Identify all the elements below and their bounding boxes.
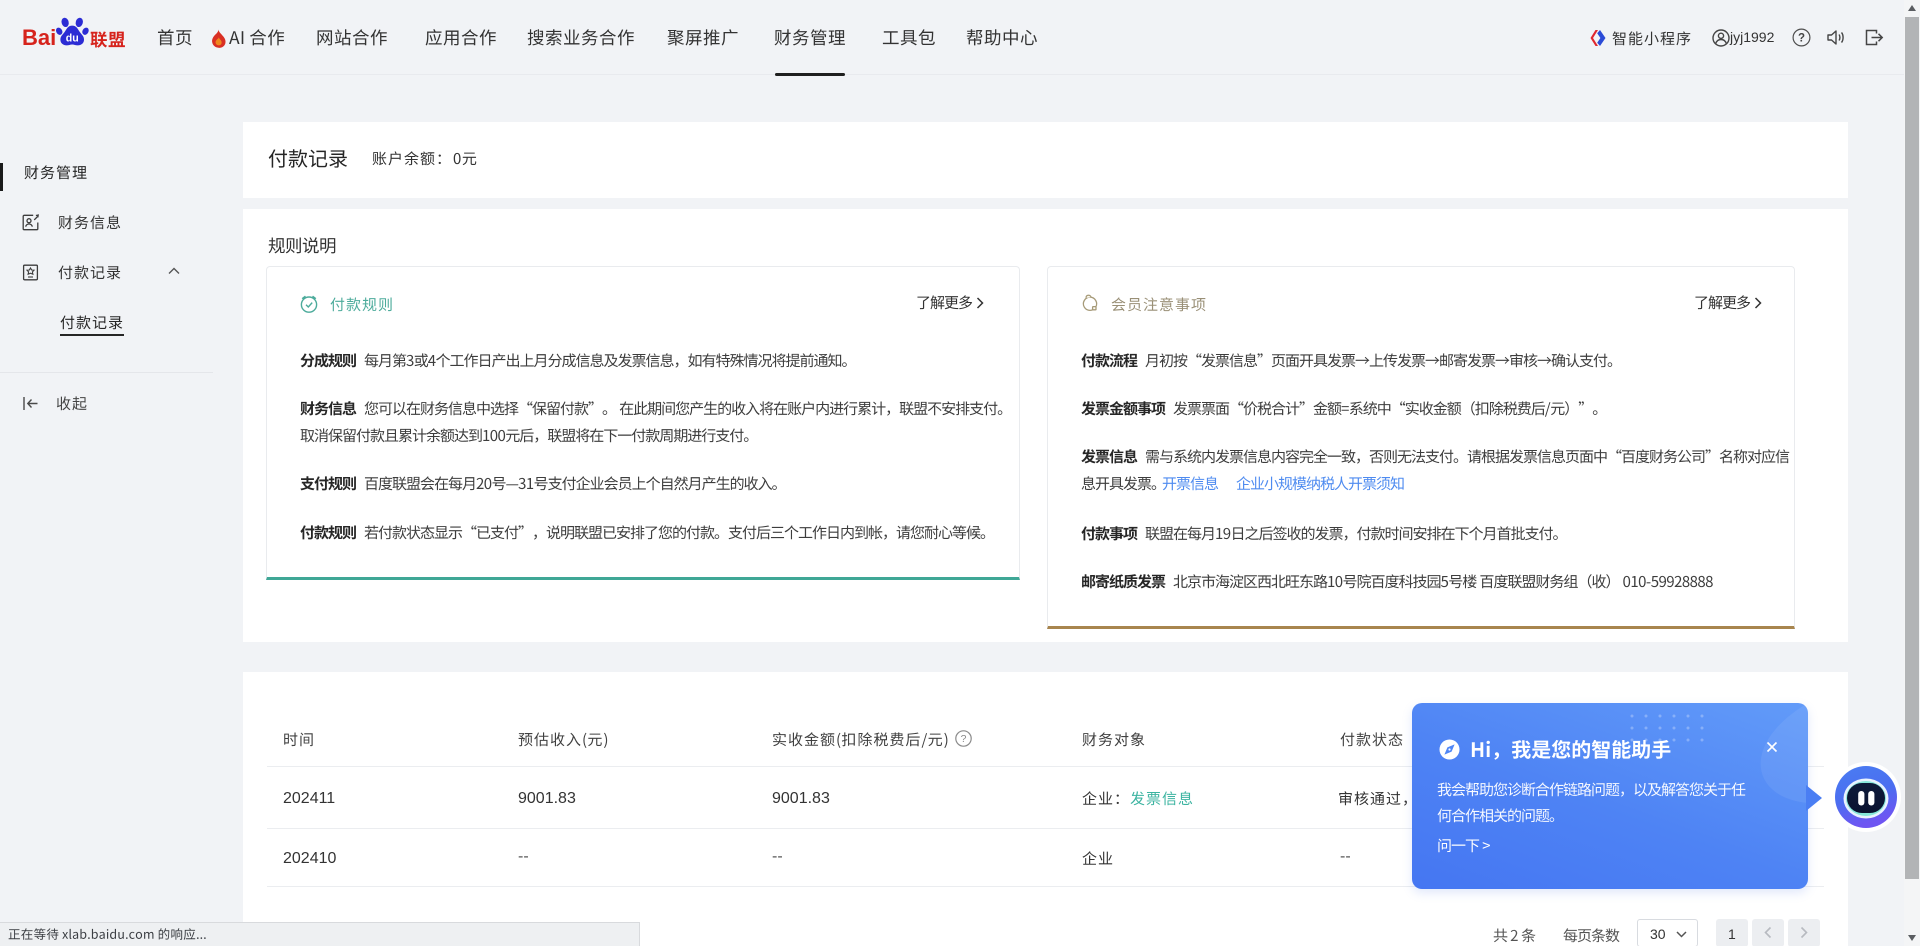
svg-text:?: ? (961, 733, 967, 745)
svg-text:?: ? (1798, 33, 1805, 45)
svg-text:du: du (66, 32, 79, 44)
